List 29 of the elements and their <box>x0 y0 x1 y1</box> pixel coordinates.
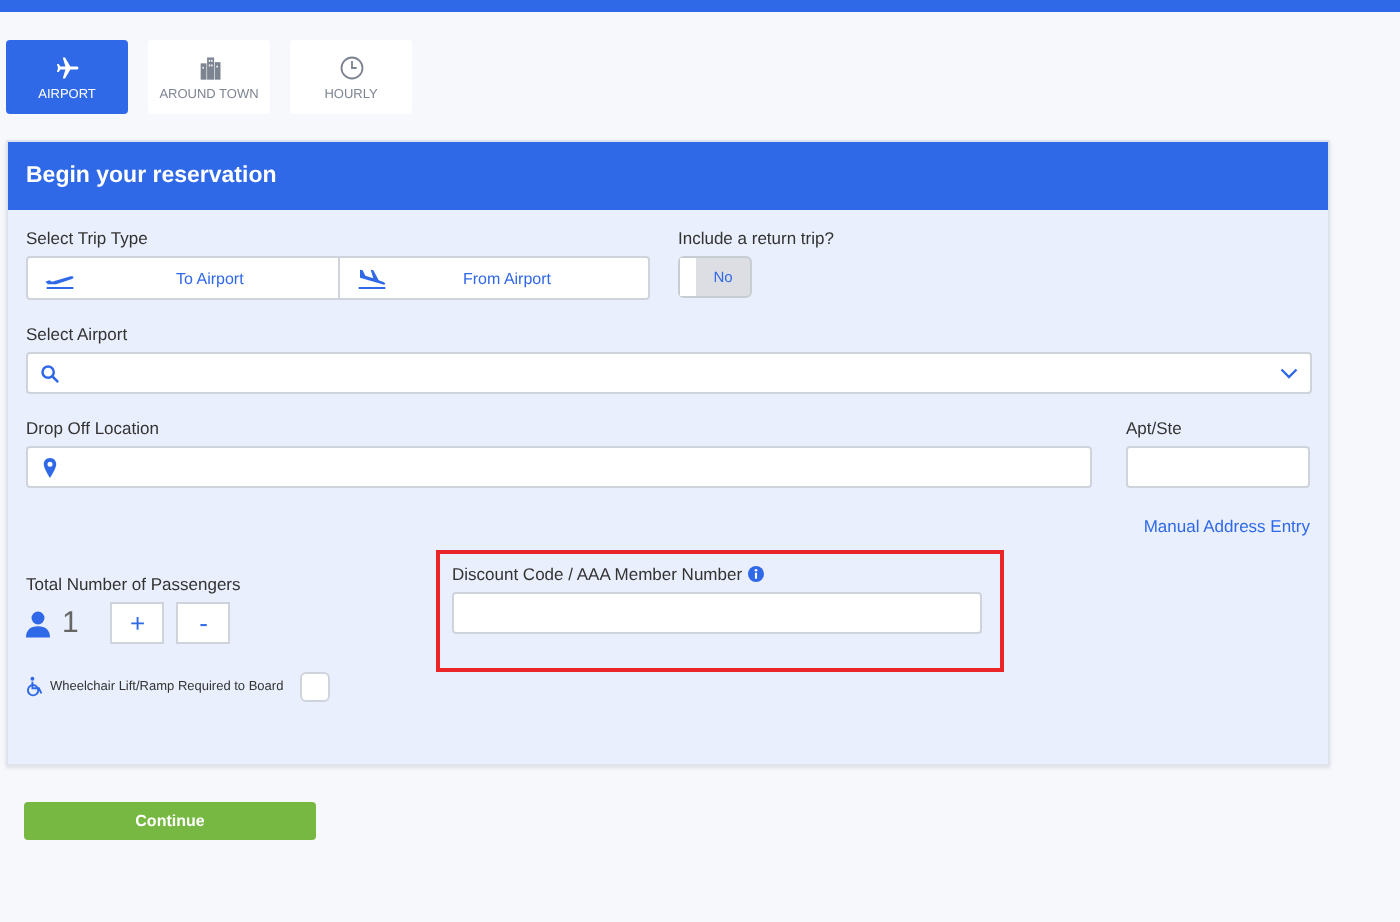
drop-off-field[interactable] <box>26 446 1092 488</box>
field-label: Select Trip Type <box>26 228 150 248</box>
passenger-count: 1 <box>62 606 79 640</box>
clock-icon <box>337 53 365 81</box>
info-icon <box>748 566 765 582</box>
building-icon <box>195 53 223 81</box>
field-label: Select Airport <box>26 324 130 344</box>
wheelchair-checkbox[interactable] <box>299 672 330 702</box>
trip-type-button[interactable]: To Airport <box>28 258 337 298</box>
airport-select[interactable] <box>26 352 1312 394</box>
plane-landing-icon <box>355 267 387 289</box>
trip-type-button[interactable]: From Airport <box>337 258 648 298</box>
wheelchair-icon <box>26 676 44 698</box>
map-pin-icon <box>40 457 60 477</box>
panel-title: Begin your reservation <box>26 164 277 188</box>
plane-icon <box>53 53 81 81</box>
manual-address-link[interactable]: Manual Address Entry <box>1143 516 1310 536</box>
apt-field[interactable] <box>1126 446 1310 488</box>
field-label: Include a return trip? <box>678 228 834 248</box>
field-label: Discount Code / AAA Member Number <box>452 564 743 584</box>
chevron-down-icon <box>1280 367 1298 379</box>
stepper-button[interactable]: + <box>110 602 165 644</box>
field-label: Total Number of Passengers <box>26 574 243 594</box>
search-icon <box>40 363 60 383</box>
discount-code-field[interactable] <box>452 592 982 634</box>
field-label: Apt/Ste <box>1126 418 1184 438</box>
stepper-button[interactable]: - <box>176 602 231 644</box>
field-label: Drop Off Location <box>26 418 161 438</box>
person-icon <box>26 609 50 637</box>
